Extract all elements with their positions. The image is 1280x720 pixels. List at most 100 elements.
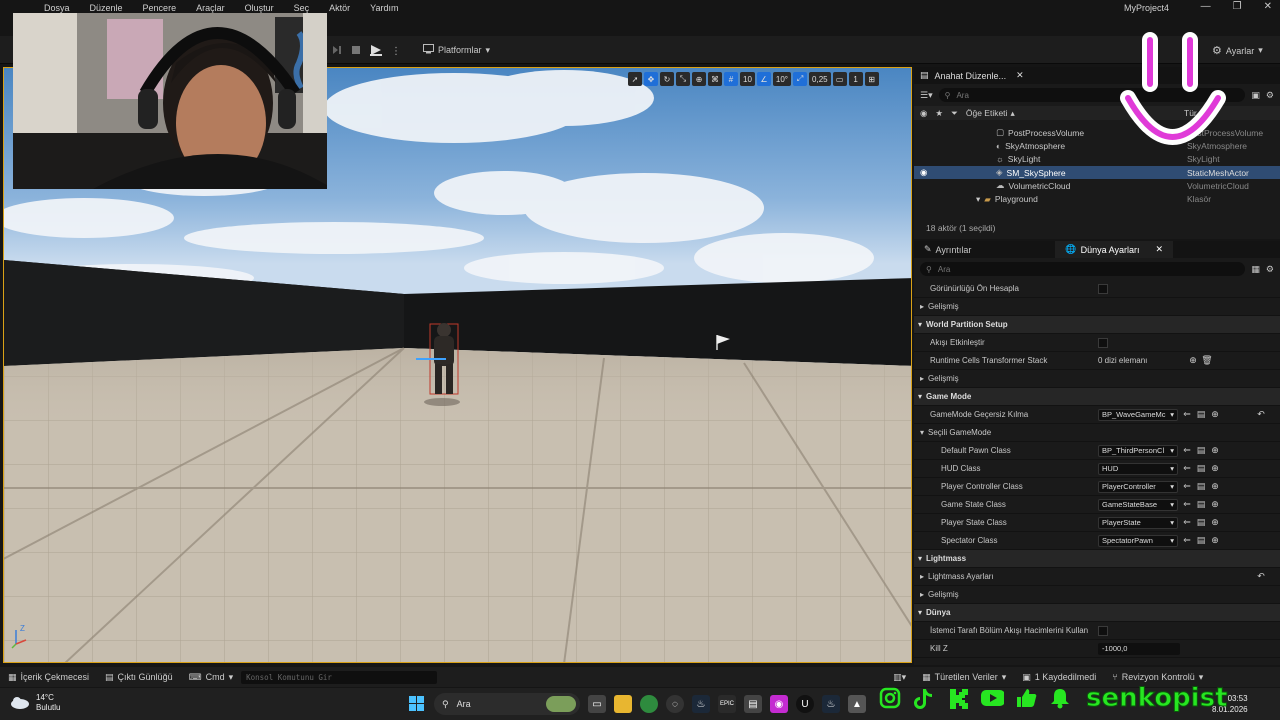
details-search-input[interactable]: ⚲ Ara <box>920 262 1246 276</box>
use-selected-icon[interactable]: ⇐ <box>1182 463 1192 474</box>
app-icon[interactable]: ◉ <box>770 695 788 713</box>
section-world-partition[interactable]: ▾ World Partition Setup <box>914 316 1280 334</box>
skip-icon[interactable] <box>332 45 342 57</box>
minimize-icon[interactable]: — <box>1201 1 1211 12</box>
steam-icon[interactable]: ♨ <box>822 695 840 713</box>
advanced-row[interactable]: ▸ Gelişmiş <box>914 370 1280 388</box>
tab-world-settings[interactable]: 🌐 Dünya Ayarları ✕ <box>1055 241 1174 258</box>
task-view-icon[interactable]: ▭ <box>588 695 606 713</box>
close-window-icon[interactable]: ✕ <box>1264 1 1272 12</box>
section-world[interactable]: ▾ Dünya <box>914 604 1280 622</box>
use-selected-icon[interactable]: ⇐ <box>1182 535 1192 546</box>
menu-build[interactable]: Oluştur <box>235 3 284 13</box>
tab-details[interactable]: ✎ Ayrıntılar <box>914 241 981 258</box>
weather-widget[interactable]: 14°C Bulutlu <box>10 693 60 713</box>
favorite-column-icon[interactable]: ★ <box>935 108 943 119</box>
scale-icon[interactable]: ⤡ <box>676 72 690 86</box>
stop-icon[interactable] <box>351 45 361 57</box>
browse-icon[interactable]: ▤ <box>1196 535 1206 546</box>
outliner-row[interactable]: ▾ ▰ Playground Klasör <box>914 192 1280 205</box>
client-streaming-checkbox[interactable] <box>1098 625 1108 636</box>
player-state-dropdown[interactable]: PlayerState ▾ <box>1098 516 1178 529</box>
layout-icon[interactable]: ⊞ <box>864 72 879 86</box>
add-icon[interactable]: ⊕ <box>1210 499 1220 510</box>
trace-button[interactable]: ▥▾ <box>885 672 914 683</box>
use-selected-icon[interactable]: ⇐ <box>1182 481 1192 492</box>
enable-streaming-checkbox[interactable] <box>1098 337 1108 348</box>
browse-icon[interactable]: ▤ <box>1196 481 1206 492</box>
subsection-selected-gamemode[interactable]: ▾ Seçili GameMode <box>914 424 1280 442</box>
advanced-row[interactable]: ▸ Gelişmiş <box>914 586 1280 604</box>
add-icon[interactable]: ⊕ <box>1210 535 1220 546</box>
section-lightmass[interactable]: ▾ Lightmass <box>914 550 1280 568</box>
scale-snap-icon[interactable]: ⤢ <box>793 72 808 86</box>
close-icon[interactable]: ✕ <box>1156 244 1164 255</box>
add-icon[interactable]: ⊕ <box>1210 409 1220 420</box>
precompute-checkbox[interactable] <box>1098 283 1108 294</box>
add-icon[interactable]: ⊕ <box>1210 463 1220 474</box>
select-mode-icon[interactable]: ➚ <box>628 72 642 86</box>
filter-icon[interactable]: ☰▾ <box>920 90 933 101</box>
menu-file[interactable]: Dosya <box>34 3 80 13</box>
use-selected-icon[interactable]: ⇐ <box>1182 445 1192 456</box>
use-selected-icon[interactable]: ⇐ <box>1182 517 1192 528</box>
menu-select[interactable]: Seç <box>284 3 320 13</box>
spectator-dropdown[interactable]: SpectatorPawn ▾ <box>1098 534 1178 547</box>
menu-actor[interactable]: Aktör <box>319 3 360 13</box>
reset-icon[interactable]: ↶ <box>1256 571 1266 582</box>
taskbar-search[interactable]: ⚲ Ara <box>434 693 580 715</box>
label-column-header[interactable]: Öğe Etiketi <box>966 108 1008 118</box>
rotate-icon[interactable]: ↻ <box>660 72 674 86</box>
kill-z-input[interactable]: -1000,0 <box>1098 642 1180 655</box>
section-game-mode[interactable]: ▾ Game Mode <box>914 388 1280 406</box>
table-view-icon[interactable]: ▦ <box>1251 264 1260 275</box>
derived-data-button[interactable]: ▦ Türetilen Veriler ▾ <box>914 672 1014 683</box>
add-icon[interactable]: ⊕ <box>1210 445 1220 456</box>
use-selected-icon[interactable]: ⇐ <box>1182 409 1192 420</box>
player-controller-dropdown[interactable]: PlayerController ▾ <box>1098 480 1178 493</box>
menu-edit[interactable]: Düzenle <box>80 3 133 13</box>
use-selected-icon[interactable]: ⇐ <box>1182 499 1192 510</box>
trash-icon[interactable]: 🗑 <box>1201 355 1212 366</box>
advanced-row[interactable]: ▸ Gelişmiş <box>914 298 1280 316</box>
reset-icon[interactable]: ↶ <box>1256 409 1266 420</box>
add-folder-icon[interactable]: ▣ <box>1251 90 1260 101</box>
revision-control-button[interactable]: ⑂ Revizyon Kontrolü ▾ <box>1104 672 1211 683</box>
add-element-icon[interactable]: ⊕ <box>1188 355 1198 366</box>
scale-snap-value[interactable]: 0,25 <box>809 72 831 86</box>
grid-snap-icon[interactable]: # <box>724 72 738 86</box>
add-icon[interactable]: ⊕ <box>1210 481 1220 492</box>
gear-icon[interactable]: ⚙ <box>1266 264 1274 275</box>
add-icon[interactable]: ⊕ <box>1210 517 1220 528</box>
app-icon[interactable]: ▲ <box>848 695 866 713</box>
visibility-icon[interactable]: ◉ <box>920 167 927 178</box>
output-log-button[interactable]: ▤ Çıktı Günlüğü <box>97 672 181 683</box>
app-icon[interactable]: ◌ <box>666 695 684 713</box>
maximize-icon[interactable]: ❐ <box>1233 1 1242 12</box>
grid-snap-value[interactable]: 10 <box>740 72 755 86</box>
chevron-down-icon[interactable]: ▾ <box>976 194 980 205</box>
epic-games-icon[interactable]: EPIC <box>718 695 736 713</box>
translate-icon[interactable]: ✥ <box>644 72 658 86</box>
browse-icon[interactable]: ▤ <box>1196 409 1206 420</box>
menu-help[interactable]: Yardım <box>360 3 408 13</box>
menu-window[interactable]: Pencere <box>133 3 187 13</box>
gamemode-override-dropdown[interactable]: BP_WaveGameMc ▾ <box>1098 408 1178 421</box>
gear-icon[interactable]: ⚙ <box>1266 90 1274 101</box>
platforms-button[interactable]: Platformlar ▾ <box>423 44 490 56</box>
browse-icon[interactable]: ▤ <box>1196 499 1206 510</box>
default-pawn-dropdown[interactable]: BP_ThirdPersonCl ▾ <box>1098 444 1178 457</box>
unreal-engine-icon[interactable]: U <box>796 695 814 713</box>
pin-column-icon[interactable]: ⏷ <box>951 108 958 119</box>
more-options-icon[interactable]: ⋮ <box>391 46 401 57</box>
surface-snap-icon[interactable]: ⌘ <box>708 72 722 86</box>
app-icon[interactable]: ▤ <box>744 695 762 713</box>
windows-start-icon[interactable] <box>408 695 426 713</box>
console-input[interactable]: Konsol Komutunu Gir <box>241 670 438 684</box>
file-explorer-icon[interactable] <box>614 695 632 713</box>
camera-speed-value[interactable]: 1 <box>848 72 863 86</box>
close-icon[interactable]: ✕ <box>1016 70 1024 81</box>
camera-speed-icon[interactable]: ▭ <box>832 72 847 86</box>
content-drawer-button[interactable]: ▦ İçerik Çekmecesi <box>0 672 97 683</box>
unsaved-button[interactable]: ▣ 1 Kaydedilmedi <box>1014 672 1104 683</box>
